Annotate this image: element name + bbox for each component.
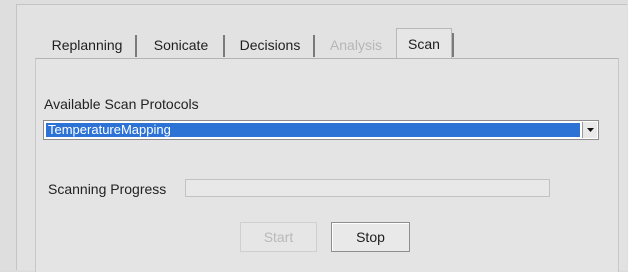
dropdown-button[interactable] — [582, 122, 597, 138]
tab-label: Sonicate — [153, 37, 209, 53]
scan-tab-panel — [35, 58, 619, 272]
tab-scan[interactable]: Scan — [396, 28, 454, 61]
scan-protocols-label: Available Scan Protocols — [44, 96, 199, 112]
stop-button[interactable]: Stop — [331, 222, 410, 252]
tab-analysis: Analysis — [316, 31, 396, 59]
selected-protocol: TemperatureMapping — [46, 123, 580, 137]
tab-sonicate[interactable]: Sonicate — [138, 31, 225, 59]
window-frame: Replanning Sonicate Decisions Analysis S… — [0, 0, 628, 272]
scan-protocol-select[interactable]: TemperatureMapping — [43, 120, 599, 140]
scanning-progress-bar — [185, 179, 550, 197]
scanning-progress-label: Scanning Progress — [48, 181, 167, 197]
tab-label: Replanning — [51, 37, 123, 53]
tab-label: Analysis — [329, 37, 383, 53]
start-button[interactable]: Start — [240, 222, 317, 252]
tab-decisions[interactable]: Decisions — [226, 31, 315, 59]
tab-label: Scan — [408, 36, 440, 52]
chevron-down-icon — [587, 128, 594, 132]
tab-label: Decisions — [239, 37, 301, 53]
tab-replanning[interactable]: Replanning — [38, 31, 137, 59]
